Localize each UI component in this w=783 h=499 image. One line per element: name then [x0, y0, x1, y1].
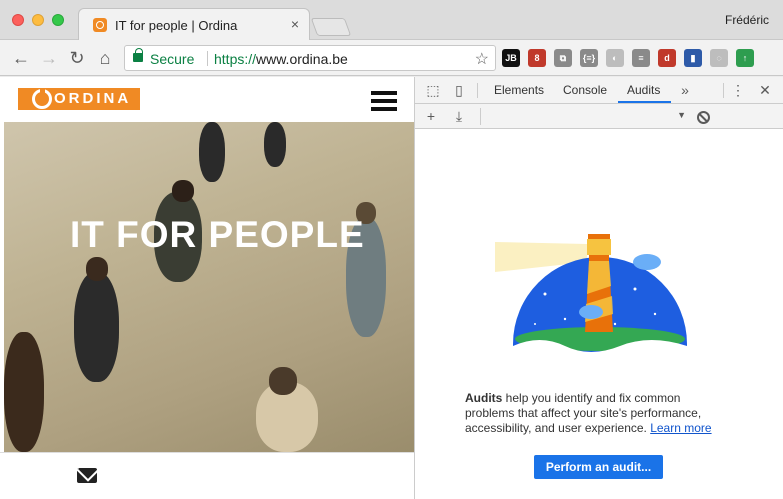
browser-toolbar: ← → ↻ ⌂ Secure https:// www.ordina.be ☆ … [0, 40, 783, 76]
browser-tab-active[interactable]: IT for people | Ordina × [78, 8, 310, 40]
window-close-button[interactable] [12, 14, 24, 26]
window-minimize-button[interactable] [32, 14, 44, 26]
profile-name[interactable]: Frédéric [725, 13, 769, 27]
home-button[interactable]: ⌂ [94, 47, 116, 69]
url-host: www.ordina.be [256, 51, 348, 67]
new-tab-button[interactable] [310, 18, 352, 36]
report-select[interactable]: ▼ [480, 108, 686, 125]
add-audit-icon[interactable]: + [423, 108, 439, 124]
ordina-logo[interactable]: ORDINA [18, 88, 140, 110]
hero-title: IT FOR PEOPLE [70, 214, 365, 255]
device-toolbar-icon[interactable]: ▯ [451, 82, 467, 98]
more-tabs-icon[interactable]: » [677, 82, 693, 98]
lock-icon [133, 48, 143, 62]
devtools-panel: ⬚ ▯ Elements Console Audits » ⋮ ✕ + ⤓ ▼ [414, 77, 783, 499]
page-footer [0, 452, 414, 499]
audits-toolbar: + ⤓ ▼ [415, 104, 783, 129]
devtools-tabbar: ⬚ ▯ Elements Console Audits » ⋮ ✕ [415, 77, 783, 104]
back-button[interactable]: ← [10, 47, 32, 69]
perform-audit-button[interactable]: Perform an audit... [534, 455, 663, 479]
extension-icon-9[interactable]: ◌ [710, 49, 728, 67]
learn-more-link[interactable]: Learn more [650, 421, 711, 435]
logo-text: ORDINA [54, 90, 132, 107]
reader-icon[interactable]: ≡ [632, 49, 650, 67]
devtools-menu-icon[interactable]: ⋮ [730, 82, 746, 98]
chevron-down-icon: ▼ [677, 110, 686, 120]
clear-block-icon[interactable] [697, 111, 710, 124]
ublock-icon[interactable]: 8 [528, 49, 546, 67]
page-viewport: ORDINA IT FOR PEOPLE [0, 77, 414, 499]
inspect-element-icon[interactable]: ⬚ [425, 82, 441, 98]
reload-button[interactable]: ↻ [66, 47, 88, 69]
cast-icon[interactable]: ⧉ [554, 49, 572, 67]
upload-icon[interactable]: ↑ [736, 49, 754, 67]
hero-image: IT FOR PEOPLE [4, 122, 414, 452]
extension-icon-8[interactable]: ▮ [684, 49, 702, 67]
tab-title: IT for people | Ordina [115, 18, 238, 33]
json-icon[interactable]: {≡} [580, 49, 598, 67]
hamburger-menu-icon[interactable] [371, 91, 397, 111]
url-scheme: https:// [214, 51, 257, 67]
tab-close-icon[interactable]: × [291, 16, 299, 32]
cloud [579, 305, 603, 319]
browser-titlebar: IT for people | Ordina × Frédéric [0, 0, 783, 40]
extension-icon-5[interactable]: ◐ [606, 49, 624, 67]
omnibox-separator [207, 51, 208, 66]
address-bar[interactable]: Secure https:// www.ordina.be ☆ [124, 45, 496, 71]
tab-console[interactable]: Console [563, 83, 607, 97]
mail-icon[interactable] [77, 468, 97, 483]
tab-audits[interactable]: Audits [627, 83, 660, 97]
extension-icon-7[interactable]: d [658, 49, 676, 67]
audits-description: Audits help you identify and fix common … [465, 391, 725, 436]
window-maximize-button[interactable] [52, 14, 64, 26]
cloud [633, 254, 661, 270]
jetbrains-icon[interactable]: JB [502, 49, 520, 67]
lighthouse-illustration [495, 234, 687, 359]
active-tab-indicator [618, 101, 671, 103]
tab-elements[interactable]: Elements [494, 83, 544, 97]
bookmark-star-icon[interactable]: ☆ [475, 49, 489, 69]
devtools-close-icon[interactable]: ✕ [757, 82, 773, 98]
secure-label: Secure [150, 51, 195, 67]
audits-intro-bold: Audits [465, 391, 503, 405]
ordina-favicon-icon [93, 18, 107, 32]
forward-button[interactable]: → [38, 47, 60, 69]
download-report-icon[interactable]: ⤓ [451, 108, 467, 124]
